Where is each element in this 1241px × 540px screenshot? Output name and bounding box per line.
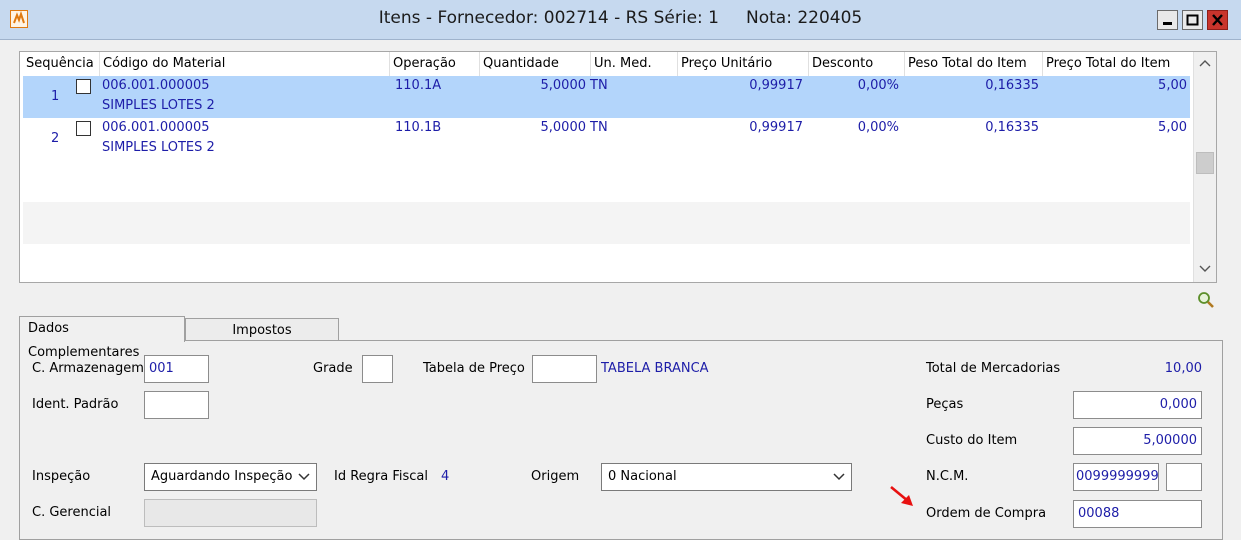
column-header-peso-total[interactable]: Peso Total do Item [905,52,1043,76]
empty-row [23,160,1190,202]
row-preco-unitario: 0,99917 [749,78,803,93]
ncm-input[interactable]: 0099999999 [1073,463,1159,491]
row-checkbox[interactable] [76,121,91,136]
column-header-sequencia[interactable]: Sequência [23,52,100,76]
row-operacao: 110.1A [395,78,442,93]
column-header-quantidade[interactable]: Quantidade [480,52,591,76]
pecas-label: Peças [926,397,964,412]
scroll-up-icon[interactable] [1194,54,1216,74]
inspecao-select[interactable]: Aguardando Inspeção [144,463,317,491]
row-desconto: 0,00% [857,78,899,93]
row-material-code: 006.001.000005 [102,120,210,135]
minimize-button[interactable] [1157,10,1178,30]
row-quantidade: 5,0000 [540,120,587,135]
scroll-down-icon[interactable] [1194,260,1216,280]
chevron-down-icon [833,464,845,500]
origem-select-value: 0 Nacional [608,469,677,484]
ncm-label: N.C.M. [926,469,969,484]
grade-label: Grade [313,361,353,376]
row-preco-total: 5,00 [1158,78,1187,93]
origem-label: Origem [531,469,580,484]
row-material-desc: SIMPLES LOTES 2 [102,98,215,113]
armazenagem-input[interactable]: 001 [144,355,209,383]
empty-row [23,244,1190,282]
inspecao-select-value: Aguardando Inspeção [151,469,293,484]
row-operacao: 110.1B [395,120,442,135]
row-preco-unitario: 0,99917 [749,120,803,135]
table-row[interactable]: 2 006.001.000005 SIMPLES LOTES 2 110.1B … [23,118,1190,160]
ident-padrao-input[interactable] [144,391,209,419]
origem-select[interactable]: 0 Nacional [601,463,852,491]
tabela-preco-input[interactable] [532,355,597,383]
row-unidade: TN [590,78,608,93]
vertical-scrollbar[interactable] [1193,52,1216,282]
maximize-button[interactable] [1182,10,1203,30]
column-header-operacao[interactable]: Operação [390,52,480,76]
tab-dados-complementares[interactable]: Dados Complementares [19,316,185,360]
total-mercadorias-value: 10,00 [1164,361,1202,376]
annotation-arrow-icon [890,485,913,506]
row-checkbox[interactable] [76,79,91,94]
column-header-preco-unitario[interactable]: Preço Unitário [678,52,809,76]
row-preco-total: 5,00 [1158,120,1187,135]
column-header-unidade[interactable]: Un. Med. [591,52,678,76]
window-title: Itens - Fornecedor: 002714 - RS Série: 1… [378,8,863,28]
grade-input[interactable] [362,355,393,383]
regra-fiscal-label: Id Regra Fiscal [334,469,429,484]
row-peso-total: 0,16335 [985,120,1039,135]
chevron-down-icon [298,464,310,500]
zoom-icon[interactable] [1197,291,1215,309]
row-desconto: 0,00% [857,120,899,135]
row-sequence: 2 [51,131,60,146]
row-quantidade: 5,0000 [540,78,587,93]
gerencial-label: C. Gerencial [32,505,112,520]
ordem-compra-input[interactable]: 00088 [1073,500,1202,528]
custo-item-label: Custo do Item [926,433,1018,448]
custo-item-input[interactable]: 5,00000 [1073,427,1202,455]
row-material-code: 006.001.000005 [102,78,210,93]
total-mercadorias-label: Total de Mercadorias [926,361,1061,376]
pecas-input[interactable]: 0,000 [1073,391,1202,419]
ident-padrao-label: Ident. Padrão [32,397,119,412]
tab-impostos[interactable]: Impostos [185,318,339,341]
empty-row [23,202,1190,244]
row-material-desc: SIMPLES LOTES 2 [102,140,215,155]
inspecao-label: Inspeção [32,469,91,484]
items-grid[interactable]: Sequência Código do Material Operação Qu… [19,51,1217,283]
gerencial-input[interactable] [144,499,317,527]
column-header-codigo[interactable]: Código do Material [100,52,390,76]
tabela-preco-name: TABELA BRANCA [601,361,709,376]
ncm-extension-input[interactable] [1166,463,1202,491]
row-unidade: TN [590,120,608,135]
row-sequence: 1 [51,89,60,104]
scrollbar-thumb[interactable] [1196,152,1214,174]
regra-fiscal-value: 4 [441,469,450,484]
title-bar: Itens - Fornecedor: 002714 - RS Série: 1… [0,0,1241,40]
table-row[interactable]: 1 006.001.000005 SIMPLES LOTES 2 110.1A … [23,76,1190,118]
close-button[interactable] [1207,10,1228,30]
row-peso-total: 0,16335 [985,78,1039,93]
column-header-preco-total[interactable]: Preço Total do Item [1043,52,1193,76]
column-header-desconto[interactable]: Desconto [809,52,905,76]
tabela-preco-label: Tabela de Preço [423,361,525,376]
ordem-compra-label: Ordem de Compra [926,506,1047,521]
